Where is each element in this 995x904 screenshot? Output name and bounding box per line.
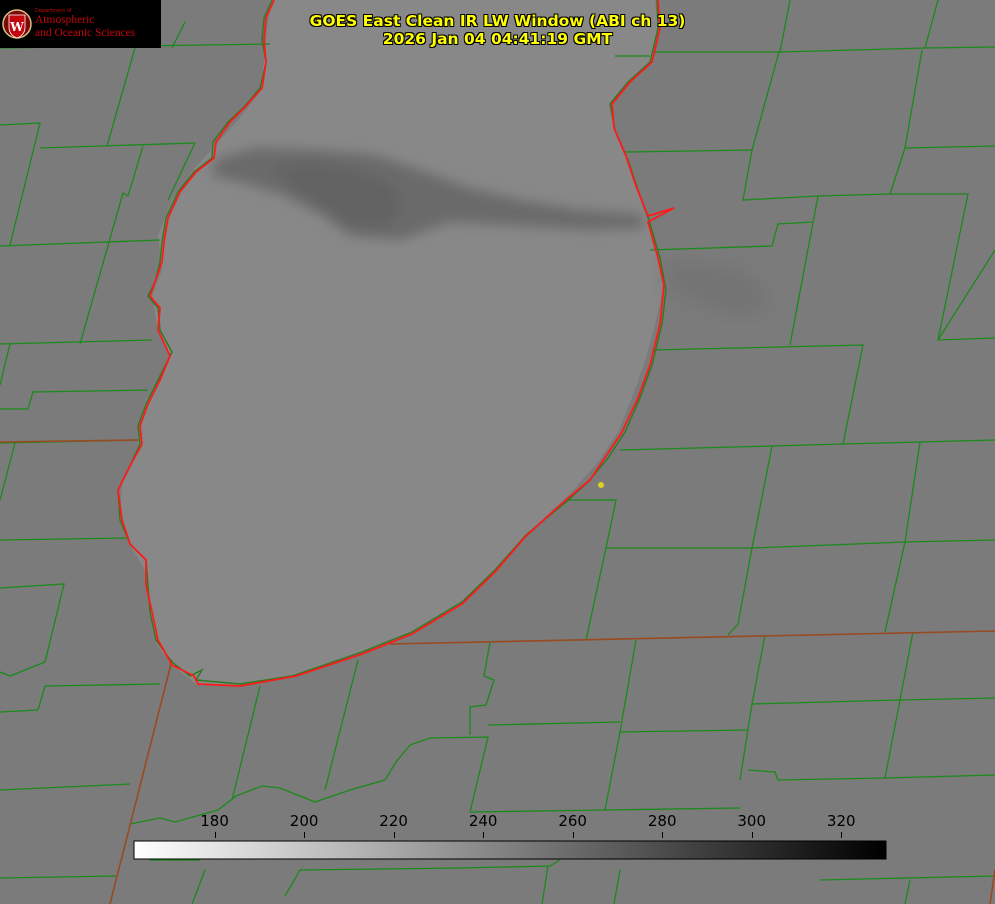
colorbar-ticks: 180 200 220 240 260 280 300 320	[0, 812, 995, 838]
title-timestamp: 2026 Jan 04 04:41:19 GMT	[382, 30, 613, 48]
colorbar-tick-mark	[841, 832, 843, 838]
colorbar-tick-label: 260	[558, 812, 587, 830]
colorbar-tick-mark	[214, 832, 216, 838]
colorbar-tick-mark	[483, 832, 485, 838]
colorbar-tick-mark	[751, 832, 753, 838]
colorbar-tick-label: 200	[289, 812, 319, 830]
city-marker-dot	[598, 482, 604, 488]
colorbar-tick-label: 320	[826, 812, 856, 830]
colorbar-tick-label: 220	[379, 812, 408, 830]
colorbar-tick-mark	[662, 832, 664, 838]
colorbar-tick-label: 280	[647, 812, 677, 830]
satellite-imagery-map	[0, 0, 995, 904]
colorbar-tick-mark	[393, 832, 395, 838]
colorbar-tick-mark	[304, 832, 306, 838]
colorbar-tick-label: 180	[200, 812, 229, 830]
colorbar-gradient	[133, 840, 887, 860]
colorbar-tick-mark	[572, 832, 574, 838]
colorbar-tick-label: 240	[468, 812, 498, 830]
satellite-map-view: W Department of Atmospheric and Oceanic …	[0, 0, 995, 904]
colorbar-tick-label: 300	[737, 812, 767, 830]
image-title: GOES East Clean IR LW Window (ABI ch 13)…	[0, 12, 995, 48]
title-product: GOES East Clean IR LW Window (ABI ch 13)	[309, 12, 686, 30]
